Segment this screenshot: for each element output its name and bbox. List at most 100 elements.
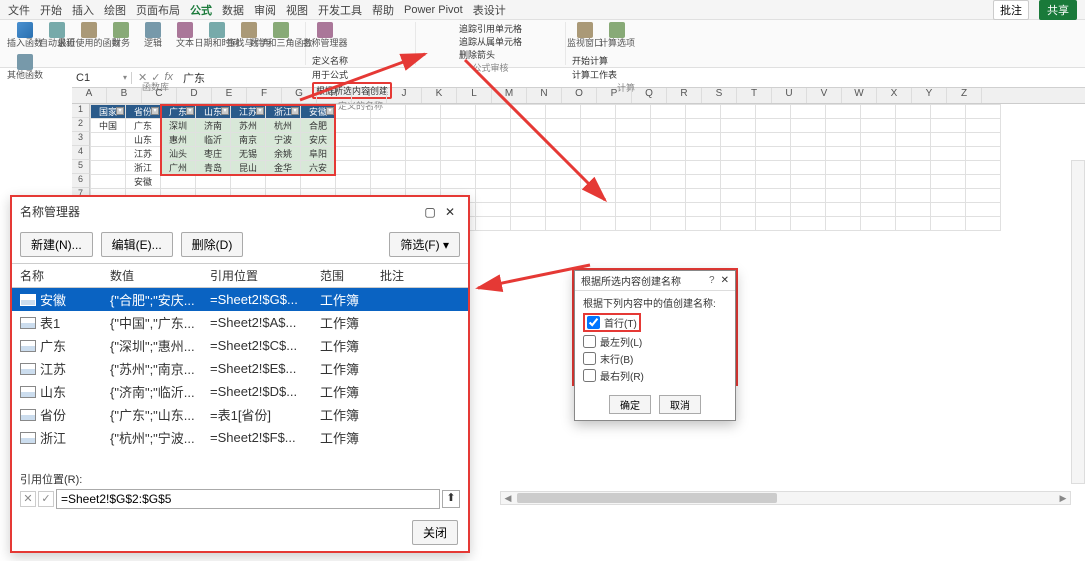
cell[interactable] <box>581 175 616 189</box>
cell[interactable] <box>651 175 686 189</box>
ribbon-define-name[interactable]: 定义名称 <box>312 54 392 67</box>
cell[interactable] <box>511 217 546 231</box>
menu-review[interactable]: 审阅 <box>254 2 276 18</box>
list-item[interactable]: 省份{"广东";"山东...=表1[省份]工作簿 <box>12 403 468 426</box>
column-header[interactable]: Z <box>947 88 982 103</box>
cell[interactable] <box>791 147 826 161</box>
cell[interactable]: 枣庄 <box>196 147 231 161</box>
list-item[interactable]: 浙江{"杭州";"宁波...=Sheet2!$F$...工作簿 <box>12 426 468 449</box>
cell[interactable] <box>721 119 756 133</box>
cell[interactable] <box>791 161 826 175</box>
cell[interactable] <box>476 119 511 133</box>
cell[interactable]: 杭州 <box>266 119 301 133</box>
cell[interactable]: 无锡 <box>231 147 266 161</box>
table-header-cell[interactable]: 广东▾ <box>161 105 196 119</box>
table-header-cell[interactable]: 山东▾ <box>196 105 231 119</box>
col-value[interactable]: 数值 <box>110 267 210 284</box>
cell[interactable] <box>896 119 931 133</box>
cell[interactable] <box>196 175 231 189</box>
cell[interactable]: 阜阳 <box>301 147 336 161</box>
cell[interactable] <box>861 119 896 133</box>
cancel-button[interactable]: 取消 <box>659 395 701 414</box>
col-ref[interactable]: 引用位置 <box>210 267 320 284</box>
cell[interactable] <box>581 203 616 217</box>
cell[interactable] <box>91 175 126 189</box>
cell[interactable]: 昆山 <box>231 161 266 175</box>
opt-top-row[interactable]: 首行(T) <box>583 313 641 332</box>
column-header[interactable]: Q <box>632 88 667 103</box>
column-header[interactable]: K <box>422 88 457 103</box>
cell[interactable] <box>371 119 406 133</box>
cell[interactable] <box>616 203 651 217</box>
cell[interactable] <box>686 133 721 147</box>
cell[interactable] <box>686 119 721 133</box>
cell[interactable] <box>511 105 546 119</box>
ribbon-trace-precedents[interactable]: 追踪引用单元格 <box>459 22 522 35</box>
opt-top-row-check[interactable] <box>587 316 600 329</box>
cell[interactable] <box>651 147 686 161</box>
column-header[interactable]: Y <box>912 88 947 103</box>
cell[interactable] <box>896 217 931 231</box>
close-button[interactable]: 关闭 <box>412 520 458 545</box>
cell[interactable] <box>896 147 931 161</box>
cell[interactable]: 济南 <box>196 119 231 133</box>
cell[interactable] <box>721 161 756 175</box>
ref-input[interactable] <box>56 489 440 509</box>
cell[interactable] <box>546 161 581 175</box>
cell[interactable] <box>861 147 896 161</box>
cell[interactable] <box>336 175 371 189</box>
cell[interactable] <box>651 133 686 147</box>
cell[interactable] <box>896 175 931 189</box>
edit-button[interactable]: 编辑(E)... <box>101 232 173 257</box>
scroll-right-icon[interactable]: ▶ <box>1056 493 1070 504</box>
ribbon-more[interactable]: 其他函数 <box>12 54 38 80</box>
cell[interactable] <box>546 175 581 189</box>
name-box-dropdown-icon[interactable]: ▾ <box>123 73 127 82</box>
table-header-cell[interactable]: 江苏▾ <box>231 105 266 119</box>
cell[interactable] <box>966 175 1001 189</box>
cell[interactable] <box>546 133 581 147</box>
cell[interactable] <box>756 161 791 175</box>
cell[interactable] <box>371 175 406 189</box>
cell[interactable] <box>966 161 1001 175</box>
cell[interactable] <box>91 147 126 161</box>
column-header[interactable]: M <box>492 88 527 103</box>
cell[interactable] <box>546 203 581 217</box>
cell[interactable] <box>931 175 966 189</box>
list-item[interactable]: 表1{"中国","广东...=Sheet2!$A$...工作簿 <box>12 311 468 334</box>
cell[interactable] <box>756 189 791 203</box>
cell[interactable] <box>826 119 861 133</box>
delete-button[interactable]: 删除(D) <box>181 232 244 257</box>
cell[interactable] <box>616 175 651 189</box>
column-header[interactable]: F <box>247 88 282 103</box>
menu-help[interactable]: 帮助 <box>372 2 394 18</box>
cell[interactable] <box>826 147 861 161</box>
filter-dropdown-icon[interactable]: ▾ <box>151 107 159 115</box>
cell[interactable] <box>721 189 756 203</box>
cell[interactable] <box>826 175 861 189</box>
cell[interactable] <box>651 119 686 133</box>
cell[interactable] <box>511 119 546 133</box>
name-box[interactable]: C1 ▾ <box>72 72 132 84</box>
cell[interactable] <box>721 175 756 189</box>
column-header[interactable]: I <box>352 88 387 103</box>
column-header[interactable]: J <box>387 88 422 103</box>
cell[interactable] <box>861 203 896 217</box>
menu-file[interactable]: 文件 <box>8 2 30 18</box>
cell[interactable] <box>441 133 476 147</box>
cell[interactable] <box>791 217 826 231</box>
ref-accept-icon[interactable]: ✓ <box>38 491 54 507</box>
table-header-cell[interactable]: 国家▾ <box>91 105 126 119</box>
list-item[interactable]: 山东{"济南";"临沂...=Sheet2!$D$...工作簿 <box>12 380 468 403</box>
ribbon-calc-options[interactable]: 计算选项 <box>604 22 630 48</box>
cell[interactable] <box>616 189 651 203</box>
cell[interactable] <box>616 105 651 119</box>
cell[interactable] <box>931 133 966 147</box>
cell[interactable] <box>791 203 826 217</box>
cell[interactable] <box>511 175 546 189</box>
column-header[interactable]: X <box>877 88 912 103</box>
cell[interactable] <box>371 133 406 147</box>
row-header[interactable]: 6 <box>72 174 90 188</box>
filter-dropdown-icon[interactable]: ▾ <box>326 107 334 115</box>
cell[interactable]: 宁波 <box>266 133 301 147</box>
